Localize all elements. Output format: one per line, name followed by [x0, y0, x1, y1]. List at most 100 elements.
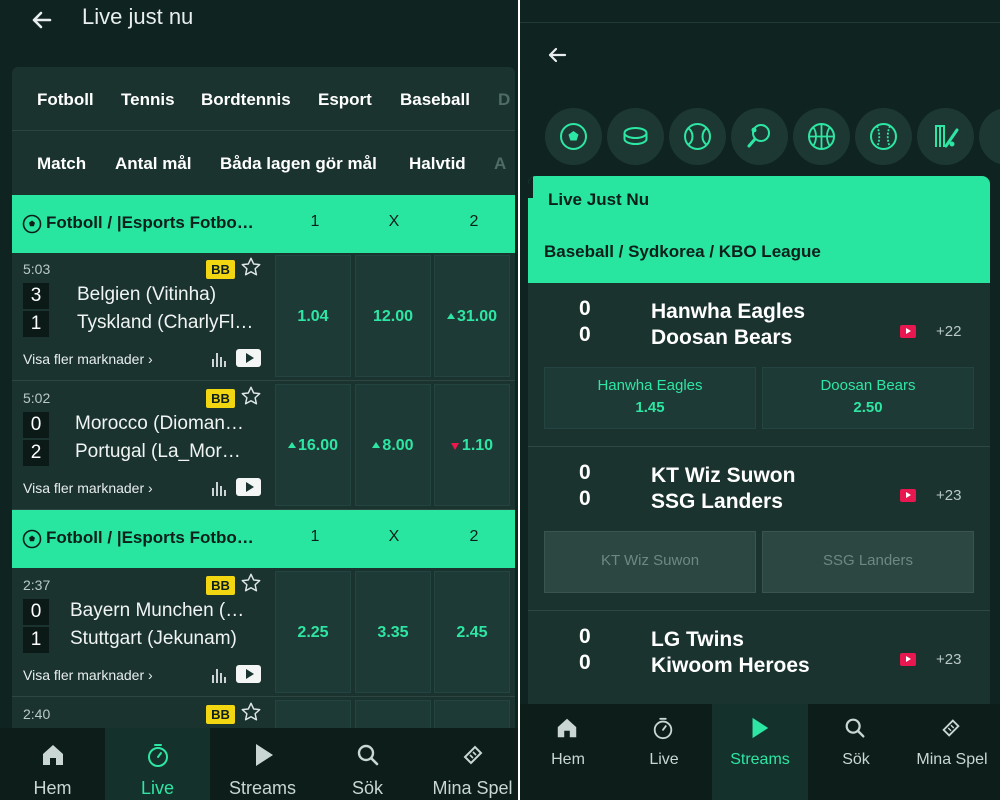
more-markets-link[interactable]: Visa fler marknader › — [23, 480, 153, 496]
nav-mina-spel[interactable]: Mina Spel — [420, 728, 518, 800]
baseball-icon — [870, 123, 897, 150]
bet-option-away[interactable]: Doosan Bears 2.50 — [762, 367, 974, 429]
home-score: 0 — [579, 297, 591, 320]
home-score: 0 — [23, 599, 49, 625]
ticket-icon — [942, 719, 960, 737]
home-icon — [557, 718, 577, 738]
tab-next[interactable]: D — [498, 90, 510, 110]
back-arrow-icon[interactable] — [28, 4, 56, 36]
odds-away[interactable]: 2.45 — [434, 571, 510, 693]
away-team: Kiwoom Heroes — [651, 654, 810, 677]
tab-baseball[interactable]: Baseball — [400, 90, 470, 110]
star-icon[interactable] — [240, 385, 262, 407]
tab-antal-mal[interactable]: Antal mål — [115, 154, 192, 174]
home-score: 3 — [23, 283, 49, 309]
tab-match[interactable]: Match — [37, 154, 86, 174]
tab-tennis[interactable]: Tennis — [121, 90, 175, 110]
tab-esport[interactable]: Esport — [318, 90, 372, 110]
nav-hem[interactable]: Hem — [520, 704, 616, 800]
bottom-nav: Hem Live Streams Sök Mina Spel — [0, 728, 518, 800]
live-stream-icon[interactable] — [900, 489, 916, 502]
stream-icon[interactable] — [236, 478, 261, 496]
sport-filter-table-tennis[interactable] — [731, 108, 788, 165]
soccer-ball-icon — [22, 214, 42, 234]
more-markets-link[interactable]: Visa fler marknader › — [23, 667, 153, 683]
col-2-label: 2 — [469, 528, 479, 545]
home-team: Morocco (Dioman… — [75, 413, 244, 434]
more-markets-count[interactable]: +22 — [936, 323, 961, 340]
match-row[interactable]: 0 0 LG Twins Kiwoom Heroes +23 — [528, 611, 990, 706]
away-team: Stuttgart (Jekunam) — [70, 628, 237, 649]
nav-streams[interactable]: Streams — [712, 704, 808, 800]
match-clock: 5:02 — [23, 390, 51, 406]
match-row[interactable]: 0 0 Hanwha Eagles Doosan Bears +22 Hanwh… — [528, 283, 990, 447]
cricket-icon — [935, 125, 959, 148]
match-row[interactable]: 0 0 KT Wiz Suwon SSG Landers +23 KT Wiz … — [528, 447, 990, 611]
event-row[interactable]: 2:37 BB 0 1 Bayern Munchen (… Stuttgart … — [12, 569, 515, 697]
bet-builder-badge: BB — [206, 576, 235, 595]
nav-streams[interactable]: Streams — [210, 728, 315, 800]
league-name: Fotboll / |Esports Fotbo… — [46, 528, 254, 547]
sport-filter-baseball[interactable] — [855, 108, 912, 165]
tab-fotboll[interactable]: Fotboll — [37, 90, 94, 110]
stream-icon[interactable] — [236, 665, 261, 683]
nav-sok[interactable]: Sök — [315, 728, 420, 800]
match-clock: 2:40 — [23, 706, 51, 722]
live-stream-icon[interactable] — [900, 325, 916, 338]
sport-filter-hockey[interactable] — [607, 108, 664, 165]
event-row[interactable]: 5:02 BB 0 2 Morocco (Dioman… Portugal (L… — [12, 382, 515, 510]
odds-up-icon — [372, 442, 381, 448]
live-stream-icon[interactable] — [900, 653, 916, 666]
col-x-label: X — [388, 528, 400, 545]
odds-home[interactable]: 2.25 — [275, 571, 351, 693]
star-icon[interactable] — [240, 701, 262, 723]
nav-hem[interactable]: Hem — [0, 728, 105, 800]
more-markets-count[interactable]: +23 — [936, 651, 961, 668]
sport-filter-soccer[interactable] — [545, 108, 602, 165]
stats-icon[interactable] — [211, 479, 229, 497]
away-score: 0 — [579, 487, 591, 510]
search-icon — [357, 744, 379, 766]
more-markets-count[interactable]: +23 — [936, 487, 961, 504]
play-icon — [752, 717, 769, 739]
odds-draw[interactable]: 3.35 — [355, 571, 431, 693]
sport-filter-basketball[interactable] — [793, 108, 850, 165]
event-row[interactable]: 5:03 BB 3 1 Belgien (Vitinha) Tyskland (… — [12, 253, 515, 381]
star-icon[interactable] — [240, 256, 262, 278]
odds-away[interactable]: 1.10 — [434, 384, 510, 506]
sport-filter-more[interactable] — [979, 108, 1000, 165]
nav-live[interactable]: Live — [616, 704, 712, 800]
top-bar: Live just nu — [0, 0, 518, 66]
back-arrow-icon[interactable] — [546, 44, 568, 66]
tab-bada-lagen[interactable]: Båda lagen gör mål — [220, 154, 377, 174]
bet-builder-badge: BB — [206, 705, 235, 724]
stats-icon[interactable] — [211, 666, 229, 684]
home-team: KT Wiz Suwon — [651, 464, 796, 487]
bet-option-home[interactable]: Hanwha Eagles 1.45 — [544, 367, 756, 429]
sport-filter-cricket[interactable] — [917, 108, 974, 165]
section-title: Live Just Nu — [548, 190, 650, 209]
market-tabs: Match Antal mål Båda lagen gör mål Halvt… — [12, 132, 515, 195]
sport-filter-tennis[interactable] — [669, 108, 726, 165]
tab-bordtennis[interactable]: Bordtennis — [201, 90, 291, 110]
stopwatch-icon — [148, 744, 168, 767]
star-icon[interactable] — [240, 572, 262, 594]
odds-draw[interactable]: 12.00 — [355, 255, 431, 377]
stats-icon[interactable] — [211, 350, 229, 368]
tab-next-market[interactable]: A — [494, 154, 506, 174]
col-x-label: X — [388, 213, 400, 230]
odds-home[interactable]: 16.00 — [275, 384, 351, 506]
nav-live[interactable]: Live — [105, 728, 210, 800]
odds-draw[interactable]: 8.00 — [355, 384, 431, 506]
stream-icon[interactable] — [236, 349, 261, 367]
more-markets-link[interactable]: Visa fler marknader › — [23, 351, 153, 367]
tab-halvtid[interactable]: Halvtid — [409, 154, 466, 174]
col-1-label: 1 — [310, 213, 320, 230]
odds-away[interactable]: 31.00 — [434, 255, 510, 377]
odds-down-icon — [450, 443, 459, 450]
odds-home[interactable]: 1.04 — [275, 255, 351, 377]
away-score: 0 — [579, 651, 591, 674]
live-panel: Live Just Nu Baseball / Sydkorea / KBO L… — [528, 176, 990, 706]
nav-sok[interactable]: Sök — [808, 704, 904, 800]
nav-mina-spel[interactable]: Mina Spel — [904, 704, 1000, 800]
